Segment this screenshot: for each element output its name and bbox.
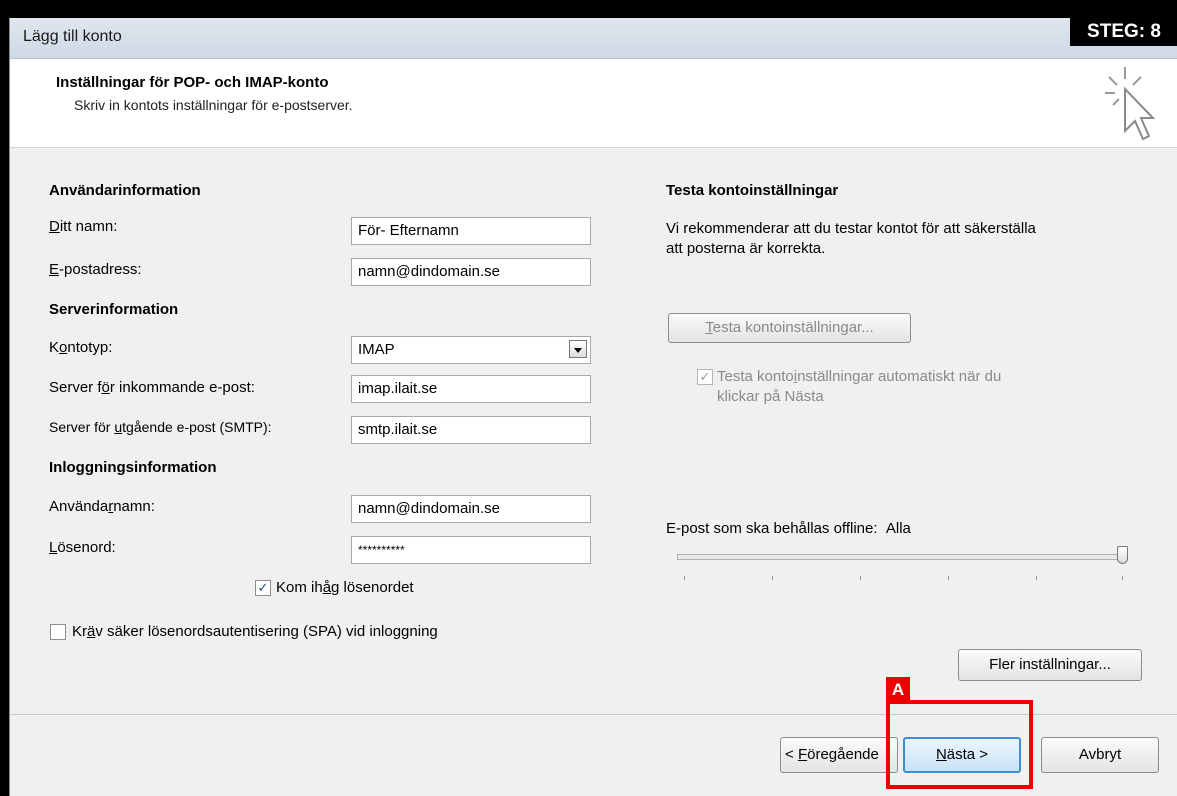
offline-slider-track[interactable] [677,554,1125,560]
offline-mail-label: E-post som ska behållas offline: Alla [666,520,911,537]
require-spa-checkbox[interactable] [50,624,66,640]
account-type-value: IMAP [358,341,395,358]
slider-tick [860,576,861,580]
header-subtitle: Skriv in kontots inställningar för e-pos… [74,97,353,113]
window-title: Lägg till konto [23,28,122,45]
slider-tick [684,576,685,580]
more-settings-button[interactable]: Fler inställningar... [958,649,1142,681]
incoming-server-label: Server för inkommande e-post: [49,379,255,396]
test-settings-heading: Testa kontoinställningar [666,182,839,199]
name-label: Ditt namn: [49,218,118,235]
login-info-heading: Inloggningsinformation [49,459,217,476]
back-button[interactable]: < Föregående [780,737,898,773]
cancel-button[interactable]: Avbryt [1041,737,1159,773]
slider-tick [1036,576,1037,580]
add-account-dialog: Lägg till konto STEG: 8 Inställningar fö… [9,18,1177,796]
chevron-down-icon[interactable] [569,340,587,358]
header-title: Inställningar för POP- och IMAP-konto [56,74,329,91]
test-account-settings-button[interactable]: Testa kontoinställningar... [668,313,911,343]
offline-slider-thumb[interactable] [1117,546,1128,564]
offline-mail-value: Alla [885,520,911,537]
username-label: Användarnamn: [49,498,155,515]
email-input[interactable]: namn@dindomain.se [351,258,591,286]
username-input[interactable]: namn@dindomain.se [351,495,591,523]
server-info-heading: Serverinformation [49,301,179,318]
cursor-sparkle-icon [1105,67,1155,141]
dialog-header: Inställningar för POP- och IMAP-konto Sk… [10,59,1177,148]
account-type-select[interactable]: IMAP [351,336,591,364]
step-badge: STEG: 8 [1070,18,1177,46]
password-input[interactable]: ********** [351,536,591,564]
password-label: Lösenord: [49,539,116,556]
test-description-line1: Vi rekommenderar att du testar kontot fö… [666,220,1036,237]
slider-tick [772,576,773,580]
outgoing-server-label: Server för utgående e-post (SMTP): [49,419,272,435]
auto-test-label: Testa kontoinställningar automatiskt när… [717,368,1002,385]
title-bar: Lägg till konto STEG: 8 [10,18,1177,59]
incoming-server-input[interactable]: imap.ilait.se [351,375,591,403]
remember-password-checkbox[interactable]: ✓ [255,580,271,596]
slider-tick [1122,576,1123,580]
email-label: E-postadress: [49,261,142,278]
require-spa-label: Kräv säker lösenordsautentisering (SPA) … [72,623,438,640]
annotation-highlight-box [886,700,1033,789]
user-info-heading: Användarinformation [49,182,201,199]
name-input[interactable]: För- Efternamn [351,217,591,245]
auto-test-checkbox[interactable]: ✓ [697,369,713,385]
account-type-label: Kontotyp: [49,339,113,356]
annotation-marker: A [886,677,910,702]
auto-test-label-line2: klickar på Nästa [717,388,824,405]
outgoing-server-input[interactable]: smtp.ilait.se [351,416,591,444]
test-description-line2: att posterna är korrekta. [666,240,826,257]
remember-password-label: Kom ihåg lösenordet [276,579,414,596]
slider-tick [948,576,949,580]
